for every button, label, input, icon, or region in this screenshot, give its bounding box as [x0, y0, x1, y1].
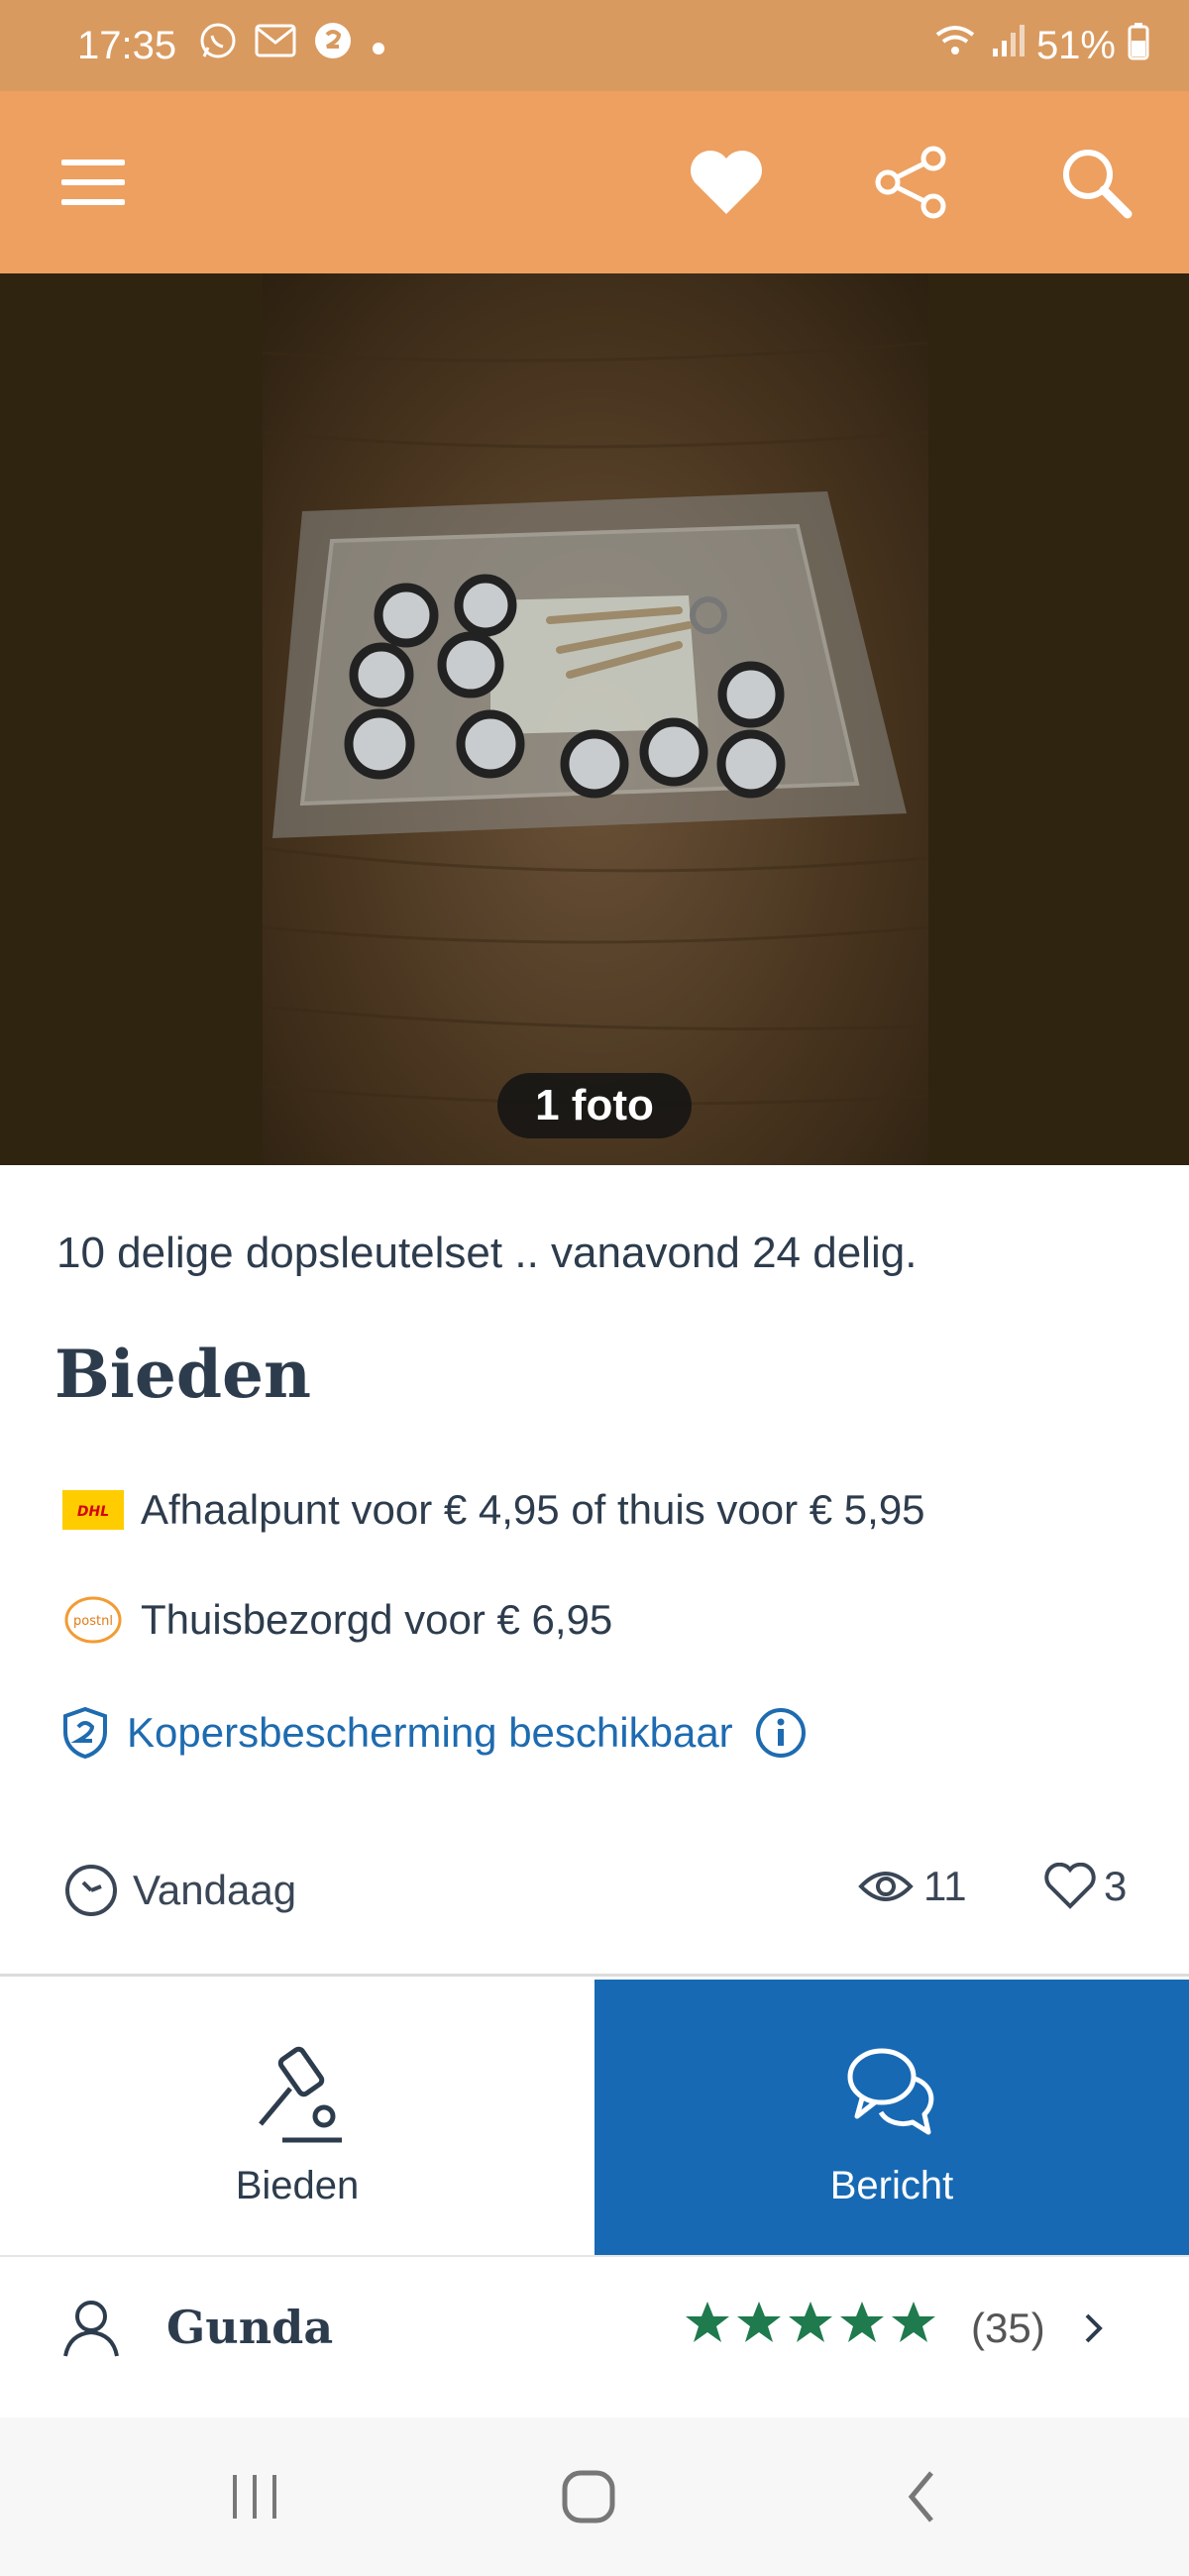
postnl-logo-icon: postnl — [61, 1595, 125, 1645]
shipping-text-postnl: Thuisbezorgd voor € 6,95 — [141, 1596, 613, 1643]
dhl-logo-icon: DHL — [61, 1490, 125, 1530]
wifi-icon — [933, 23, 977, 68]
status-time: 17:35 — [77, 23, 177, 67]
buyer-protection-label: Kopersbescherming beschikbaar — [127, 1709, 733, 1756]
heart-icon[interactable] — [677, 133, 776, 232]
listing-photo[interactable] — [262, 273, 929, 1165]
heart-outline-icon — [1044, 1863, 1096, 1910]
star-icon — [737, 2302, 781, 2342]
divider — [0, 2255, 1189, 2257]
buyer-protection-link[interactable]: Kopersbescherming beschikbaar — [61, 1706, 807, 1760]
battery-percentage: 51% — [1035, 23, 1116, 67]
seller-name: Gunda — [166, 2301, 334, 2354]
whatsapp-icon — [198, 21, 238, 70]
seller-row[interactable]: Gunda (35) — [0, 2259, 1189, 2398]
photo-content-illustration — [262, 341, 929, 1106]
favorite-count-value: 3 — [1104, 1863, 1128, 1909]
listing-title: 10 delige dopsleutelset .. vanavond 24 d… — [56, 1229, 918, 1277]
chat-bubbles-icon — [594, 2037, 1189, 2146]
gmail-icon — [254, 23, 297, 68]
seller-review-count: (35) — [971, 2305, 1045, 2351]
price-type: Bieden — [54, 1336, 311, 1413]
shipping-text-dhl: Afhaalpunt voor € 4,95 of thuis voor € 5… — [141, 1486, 925, 1533]
view-count: 11 — [858, 1863, 967, 1910]
star-icon — [840, 2302, 884, 2342]
bid-button-label: Bieden — [235, 2164, 360, 2207]
divider — [0, 1974, 1189, 1977]
home-icon[interactable] — [539, 2457, 638, 2536]
photo-count-badge: 1 foto — [497, 1073, 692, 1138]
view-count-value: 11 — [923, 1863, 967, 1909]
clock-icon — [63, 1863, 119, 1918]
bid-button[interactable]: Bieden — [0, 1980, 594, 2255]
info-icon[interactable] — [755, 1707, 807, 1759]
signal-icon — [989, 23, 1025, 68]
seller-rating-stars — [684, 2299, 937, 2346]
user-icon — [59, 2297, 123, 2360]
share-icon[interactable] — [862, 133, 961, 232]
notification-dot-icon — [369, 24, 388, 68]
shipping-option-dhl: DHL Afhaalpunt voor € 4,95 of thuis voor… — [61, 1486, 925, 1534]
status-notification-icons — [198, 21, 388, 70]
back-icon[interactable] — [872, 2457, 971, 2536]
star-icon — [686, 2302, 729, 2342]
shipping-option-postnl: postnl Thuisbezorgd voor € 6,95 — [61, 1595, 612, 1645]
marktplaats-badge-icon — [313, 21, 353, 70]
chevron-right-icon[interactable] — [1082, 2310, 1106, 2346]
gavel-icon — [0, 2037, 594, 2146]
search-icon[interactable] — [1046, 133, 1145, 232]
svg-text:postnl: postnl — [73, 1614, 113, 1629]
message-button-label: Bericht — [829, 2164, 954, 2207]
svg-text:DHL: DHL — [77, 1504, 109, 1520]
shield-icon — [61, 1706, 109, 1760]
status-bar: 17:35 51% — [0, 0, 1189, 91]
recent-apps-icon[interactable] — [205, 2457, 304, 2536]
listing-photo-carousel[interactable]: 1 foto — [0, 273, 1189, 1165]
hamburger-menu-icon[interactable] — [44, 133, 143, 232]
favorite-count: 3 — [1044, 1863, 1127, 1910]
battery-icon — [1128, 21, 1149, 70]
posted-date: Vandaag — [63, 1863, 296, 1918]
system-navigation-bar — [0, 2417, 1189, 2576]
eye-icon — [858, 1867, 914, 1906]
posted-date-label: Vandaag — [133, 1867, 297, 1913]
app-toolbar — [0, 91, 1189, 273]
star-icon — [789, 2302, 832, 2342]
message-button[interactable]: Bericht — [594, 1980, 1189, 2255]
star-icon — [892, 2302, 935, 2342]
